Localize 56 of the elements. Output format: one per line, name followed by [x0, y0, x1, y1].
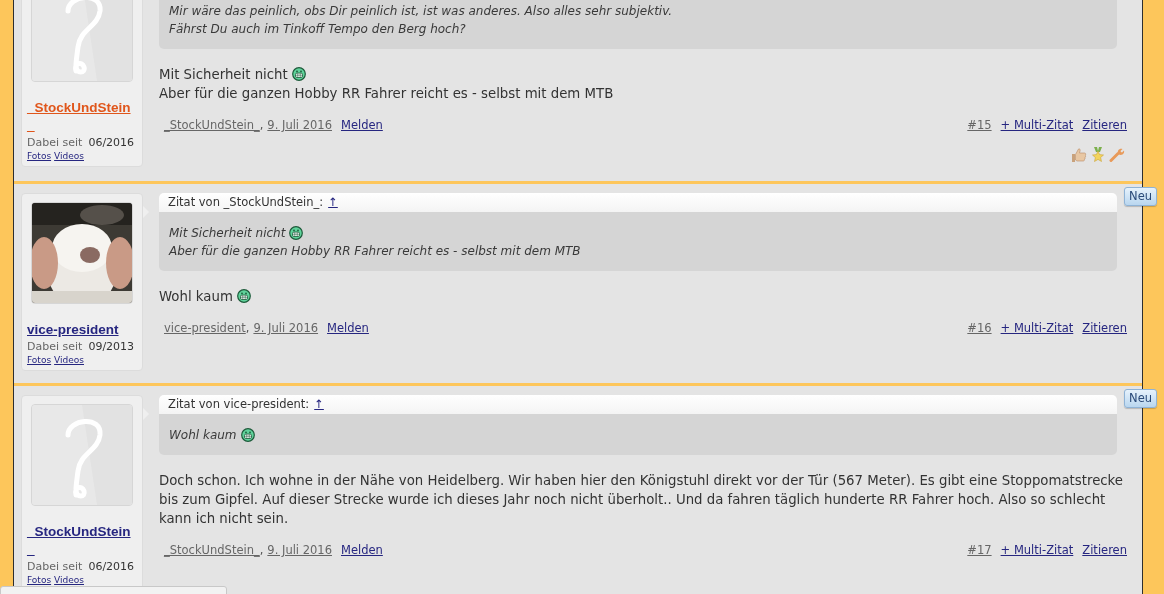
profile-link[interactable]: Videos — [54, 151, 84, 161]
new-badge: Neu — [1124, 187, 1157, 206]
message-text: Doch schon. Ich wohne in der Nähe von Heidelberg. Wir haben hier den Königstuhl direkt vor der Tür (567 Meter). Es gibt eine Stoppomatstrecke bis zum Gipfel. Auf dieser Strecke wurde ich dieses Jahr noch nicht überholt.. Und da fahren täglich hunderte RR Fahrer hoch. Also so schlecht kann ich nicht sein. — [159, 473, 1124, 526]
quote-link[interactable]: Zitieren — [1082, 542, 1127, 558]
quote-text: Mir wäre das peinlich, obs Dir peinlich ist, ist was anderes. Also alles sehr subjektiv. — [169, 3, 673, 20]
quote-text: Fährst Du auch im Tinkoff Tempo den Berg hoch? — [169, 21, 466, 38]
report-link[interactable]: Melden — [341, 542, 383, 558]
author-link[interactable]: vice-president — [164, 320, 246, 336]
member-since-label: Dabei seit — [27, 339, 83, 355]
quote-author: Zitat von vice-president: — [168, 397, 310, 412]
star-medal-icon[interactable] — [1090, 147, 1106, 163]
post-number-link[interactable]: #17 — [967, 542, 992, 558]
multi-quote-link[interactable]: + Multi-Zitat — [1000, 320, 1074, 336]
author-link[interactable]: _StockUndStein_ — [164, 542, 260, 558]
jump-to-post-link[interactable]: ↑ — [314, 397, 324, 412]
profile-link[interactable]: Videos — [54, 575, 84, 585]
new-badge: Neu — [1124, 389, 1157, 408]
multi-quote-link[interactable]: + Multi-Zitat — [1000, 542, 1074, 558]
profile-link[interactable]: Fotos — [27, 575, 52, 585]
wrench-icon[interactable] — [1109, 147, 1125, 163]
message-text: Mit Sicherheit nicht — [159, 67, 288, 82]
username-link[interactable]: _StockUndStein_ — [27, 99, 133, 135]
username-link[interactable]: _StockUndStein_ — [27, 523, 133, 559]
username-link[interactable]: vice-president — [27, 321, 133, 339]
post-date-link[interactable]: 9. Juli 2016 — [267, 542, 332, 558]
post-date-link[interactable]: 9. Juli 2016 — [253, 320, 319, 336]
quote-author: Zitat von _StockUndStein_: — [168, 195, 324, 210]
placeholder-avatar-icon[interactable] — [31, 404, 133, 506]
member-since-date: 06/2016 — [88, 135, 135, 151]
quote-text: Mit Sicherheit nicht — [169, 225, 286, 242]
quote-text: Aber für die ganzen Hobby RR Fahrer reicht es - selbst mit dem MTB — [169, 243, 581, 260]
quote-link[interactable]: Zitieren — [1082, 320, 1127, 336]
message-text: Wohl kaum — [159, 289, 233, 304]
quote-link[interactable]: Zitieren — [1082, 117, 1127, 133]
separator: , — [259, 117, 264, 133]
post-number-link[interactable]: #15 — [967, 117, 992, 133]
jump-to-post-link[interactable]: ↑ — [328, 195, 338, 210]
post-number-link[interactable]: #16 — [967, 320, 992, 336]
member-since-date: 06/2016 — [88, 559, 135, 575]
quote-text: Wohl kaum — [169, 427, 237, 444]
profile-link[interactable]: Fotos — [27, 355, 52, 365]
multi-quote-link[interactable]: + Multi-Zitat — [1000, 117, 1074, 133]
profile-link[interactable]: Fotos — [27, 151, 52, 161]
placeholder-avatar-icon[interactable] — [31, 0, 133, 82]
message-text: Aber für die ganzen Hobby RR Fahrer reicht es - selbst mit dem MTB — [159, 86, 614, 101]
member-since-label: Dabei seit — [27, 135, 83, 151]
author-link[interactable]: _StockUndStein_ — [164, 117, 260, 133]
separator: , — [245, 320, 250, 336]
post-date-link[interactable]: 9. Juli 2016 — [267, 117, 332, 133]
thumbs-up-icon[interactable] — [1071, 147, 1087, 163]
report-link[interactable]: Melden — [341, 117, 383, 133]
report-link[interactable]: Melden — [327, 320, 369, 336]
member-since-date: 09/2013 — [88, 339, 135, 355]
profile-link[interactable]: Videos — [54, 355, 84, 365]
separator: , — [259, 542, 264, 558]
member-since-label: Dabei seit — [27, 559, 83, 575]
